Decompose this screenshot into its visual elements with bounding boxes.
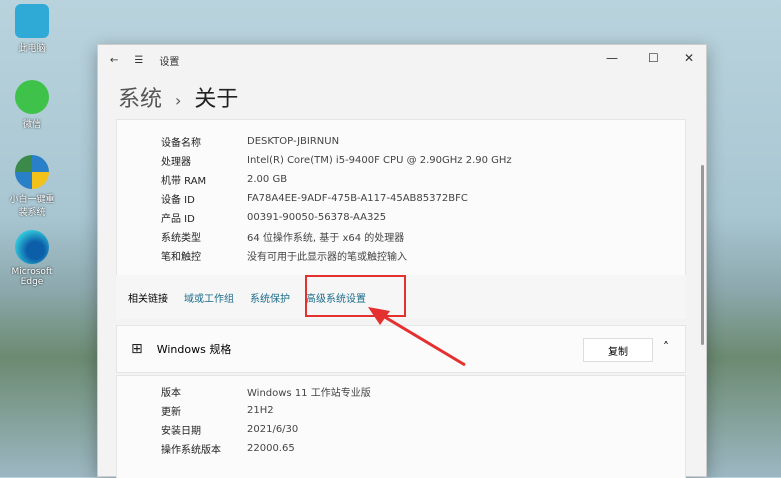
wechat-icon bbox=[15, 80, 49, 114]
spec-key: 版本 bbox=[161, 388, 181, 399]
windows-spec-title: Windows 规格 bbox=[156, 343, 232, 356]
spec-value: 2021/6/30 bbox=[247, 424, 299, 435]
breadcrumb-about: 关于 bbox=[194, 87, 239, 112]
spec-value: 没有可用于此显示器的笔或触控输入 bbox=[247, 252, 407, 263]
xiaobai-icon bbox=[15, 155, 49, 189]
settings-window: ← ☰ 设置 — ☐ ✕ 系统 › 关于 设备名称 DESKTOP-JBIRNUN… bbox=[97, 44, 707, 478]
spec-value: 00391-90050-56378-AA325 bbox=[247, 212, 387, 223]
desktop-label: 此电脑 bbox=[18, 44, 46, 54]
monitor-icon bbox=[15, 4, 49, 38]
desktop-icon-xiaobai[interactable]: 小白一键重装系统 bbox=[6, 155, 58, 218]
breadcrumb-separator: › bbox=[175, 91, 182, 110]
desktop-label: 微信 bbox=[22, 120, 41, 130]
close-button[interactable]: ✕ bbox=[684, 51, 694, 65]
spec-row: 操作系统版本 22000.65 bbox=[117, 439, 685, 458]
link-system-protection[interactable]: 系统保护 bbox=[250, 290, 290, 305]
scrollbar[interactable] bbox=[701, 165, 704, 345]
maximize-button[interactable]: ☐ bbox=[648, 51, 659, 65]
spec-value: DESKTOP-JBIRNUN bbox=[247, 136, 340, 147]
spec-row: 系统类型 64 位操作系统, 基于 x64 的处理器 bbox=[117, 227, 685, 246]
breadcrumb-system[interactable]: 系统 bbox=[118, 87, 162, 112]
spec-key: 设备名称 bbox=[161, 138, 201, 149]
spec-key: 处理器 bbox=[161, 157, 191, 168]
windows-specs-card: 版本 Windows 11 工作站专业版更新 21H2 安装日期 2021/6/30 操作… bbox=[116, 375, 686, 478]
window-title: 设置 bbox=[159, 56, 180, 68]
spec-value: Windows 11 工作站专业版 bbox=[247, 388, 371, 399]
spec-row: 产品 ID 00391-90050-56378-AA325 bbox=[117, 208, 685, 227]
spec-row: 版本 Windows 11 工作站专业版 bbox=[117, 382, 685, 401]
desktop-label: Microsoft Edge bbox=[11, 267, 53, 287]
spec-key: 设备 ID bbox=[161, 195, 195, 206]
spec-row: 处理器 Intel(R) Core(TM) i5-9400F CPU @ 2.90… bbox=[117, 151, 685, 170]
minimize-button[interactable]: — bbox=[606, 51, 618, 65]
spec-row: 设备名称 DESKTOP-JBIRNUN bbox=[117, 132, 685, 151]
copy-button[interactable]: 复制 bbox=[583, 338, 653, 362]
spec-value: Intel(R) Core(TM) i5-9400F CPU @ 2.90GHz… bbox=[247, 155, 512, 166]
spec-row: 笔和触控 没有可用于此显示器的笔或触控输入 bbox=[117, 246, 685, 265]
back-button[interactable]: ← bbox=[110, 55, 118, 66]
spec-value: 64 位操作系统, 基于 x64 的处理器 bbox=[247, 233, 405, 244]
desktop-icon-edge[interactable]: Microsoft Edge bbox=[6, 230, 58, 287]
breadcrumb: 系统 › 关于 bbox=[118, 81, 238, 113]
spec-key: 系统类型 bbox=[161, 233, 201, 244]
spec-value: FA78A4EE-9ADF-475B-A117-45AB85372BFC bbox=[247, 193, 468, 204]
red-arrow-annotation bbox=[368, 307, 466, 367]
spec-key: 安装日期 bbox=[161, 426, 201, 437]
link-domain-workgroup[interactable]: 域或工作组 bbox=[184, 290, 234, 305]
menu-button[interactable]: ☰ bbox=[134, 55, 143, 66]
windows-logo-icon: ⊞ bbox=[131, 341, 143, 357]
spec-row: 安装日期 2021/6/30 bbox=[117, 420, 685, 439]
device-specs-card: 设备名称 DESKTOP-JBIRNUN 处理器 Intel(R) Core(TM) … bbox=[116, 119, 686, 275]
spec-key: 更新 bbox=[161, 407, 181, 418]
related-links-label: 相关链接 bbox=[128, 293, 168, 305]
spec-value: 2.00 GB bbox=[247, 174, 288, 185]
desktop-label: 小白一键重装系统 bbox=[9, 195, 55, 218]
spec-key: 机带 RAM bbox=[161, 176, 207, 187]
spec-key: 笔和触控 bbox=[161, 252, 201, 263]
desktop-icon-this-pc[interactable]: 此电脑 bbox=[6, 4, 58, 54]
spec-value: 21H2 bbox=[247, 405, 274, 416]
spec-row: 更新 21H2 bbox=[117, 401, 685, 420]
edge-icon bbox=[15, 230, 49, 264]
spec-key: 产品 ID bbox=[161, 214, 195, 225]
spec-value: 22000.65 bbox=[247, 443, 295, 454]
desktop-icon-wechat[interactable]: 微信 bbox=[6, 80, 58, 130]
spec-row: 设备 ID FA78A4EE-9ADF-475B-A117-45AB85372BF… bbox=[117, 189, 685, 208]
spec-row: 机带 RAM 2.00 GB bbox=[117, 170, 685, 189]
chevron-up-icon[interactable]: ˄ bbox=[663, 340, 669, 354]
spec-key: 操作系统版本 bbox=[161, 445, 221, 456]
